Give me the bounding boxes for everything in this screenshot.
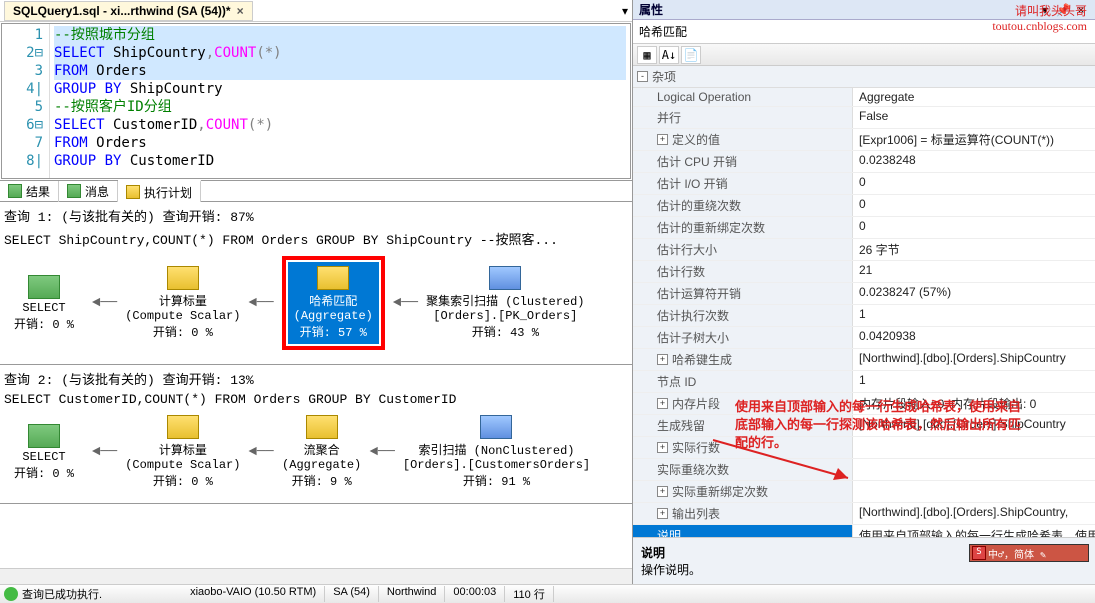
property-row[interactable]: 生成残留[Northwind].[dbo].[Orders].ShipCount… — [633, 415, 1095, 437]
watermark: 请叫我头头哥 toutou.cnblogs.com — [992, 2, 1087, 34]
property-row[interactable]: 估计子树大小0.0420938 — [633, 327, 1095, 349]
expand-icon[interactable]: + — [657, 398, 668, 409]
status-text: 查询已成功执行. — [22, 586, 182, 602]
property-row[interactable]: 节点 ID1 — [633, 371, 1095, 393]
property-row[interactable]: 估计执行次数1 — [633, 305, 1095, 327]
property-row[interactable]: +实际行数 — [633, 437, 1095, 459]
status-segment: 110 行 — [505, 586, 554, 602]
operator-icon — [167, 266, 199, 290]
properties-grid[interactable]: - 杂项 Logical OperationAggregate并行False+定… — [633, 66, 1095, 537]
plan-node[interactable]: SELECT开销: 0 % — [4, 275, 84, 332]
plan-node[interactable]: 计算标量(Compute Scalar)开销: 0 % — [125, 266, 240, 340]
arrow-icon: ◄── — [92, 295, 117, 311]
operator-icon — [317, 266, 349, 290]
status-bar: 查询已成功执行. xiaobo-VAIO (10.50 RTM)SA (54)N… — [0, 584, 1095, 603]
panel-title: 属性 — [639, 1, 663, 18]
property-row[interactable]: +哈希键生成[Northwind].[dbo].[Orders].ShipCou… — [633, 349, 1095, 371]
execution-plan-area[interactable]: 查询 1: (与该批有关的) 查询开销: 87% SELECT ShipCoun… — [0, 202, 632, 568]
property-category[interactable]: - 杂项 — [633, 66, 1095, 88]
expand-icon[interactable]: + — [657, 134, 668, 145]
status-segment: xiaobo-VAIO (10.50 RTM) — [182, 586, 325, 602]
dropdown-icon[interactable]: ▾ — [622, 4, 628, 18]
arrow-icon: ◄── — [248, 295, 273, 311]
collapse-icon[interactable]: - — [637, 71, 648, 82]
expand-icon[interactable]: + — [657, 486, 668, 497]
properties-icon[interactable]: 📄 — [681, 46, 701, 64]
arrow-icon: ◄── — [248, 444, 273, 460]
property-row[interactable]: 估计行大小26 字节 — [633, 239, 1095, 261]
query-header: 查询 1: (与该批有关的) 查询开销: 87% — [4, 204, 628, 227]
property-row[interactable]: 并行False — [633, 107, 1095, 129]
property-row[interactable]: 估计 I/O 开销0 — [633, 173, 1095, 195]
plan-node[interactable]: SELECT开销: 0 % — [4, 424, 84, 481]
operator-icon — [489, 266, 521, 290]
properties-toolbar: ▦ A↓ 📄 — [633, 44, 1095, 66]
plan-node[interactable]: 索引扫描 (NonClustered)[Orders].[CustomersOr… — [403, 415, 590, 489]
plan-row: SELECT开销: 0 % ◄── 计算标量(Compute Scalar)开销: … — [4, 250, 628, 356]
plan-node[interactable]: 聚集索引扫描 (Clustered)[Orders].[PK_Orders]开销… — [426, 266, 584, 340]
operator-icon — [28, 275, 60, 299]
arrow-icon: ◄── — [92, 444, 117, 460]
result-tab[interactable]: 执行计划 — [118, 180, 201, 203]
arrow-icon: ◄── — [393, 295, 418, 311]
property-row[interactable]: 实际重绕次数 — [633, 459, 1095, 481]
document-tab[interactable]: SQLQuery1.sql - xi...rthwind (SA (54))* … — [4, 1, 253, 21]
property-row[interactable]: 估计运算符开销0.0238247 (57%) — [633, 283, 1095, 305]
query-header: 查询 2: (与该批有关的) 查询开销: 13% — [4, 367, 628, 390]
query-block-1: 查询 1: (与该批有关的) 查询开销: 87% SELECT ShipCoun… — [0, 202, 632, 365]
tab-icon — [126, 185, 140, 199]
alphabetical-icon[interactable]: A↓ — [659, 46, 679, 64]
status-segment: Northwind — [379, 586, 446, 602]
arrow-icon: ◄── — [370, 444, 395, 460]
operator-icon — [167, 415, 199, 439]
status-segment: SA (54) — [325, 586, 379, 602]
document-tab-bar: SQLQuery1.sql - xi...rthwind (SA (54))* … — [0, 0, 632, 22]
property-row[interactable]: 估计的重绕次数0 — [633, 195, 1095, 217]
property-row[interactable]: +内存片段内存片段输入: 0, 内存片段输出: 0 — [633, 393, 1095, 415]
document-title: SQLQuery1.sql - xi...rthwind (SA (54))* — [13, 4, 231, 18]
status-segment: 00:00:03 — [445, 586, 505, 602]
plan-node[interactable]: 流聚合(Aggregate)开销: 9 % — [282, 415, 362, 489]
ime-text: 中♂，简体 ✎ — [988, 546, 1046, 561]
query-sql: SELECT ShipCountry,COUNT(*) FROM Orders … — [4, 227, 628, 250]
query-block-2: 查询 2: (与该批有关的) 查询开销: 13% SELECT Customer… — [0, 365, 632, 504]
expand-icon[interactable]: + — [657, 442, 668, 453]
property-row[interactable]: 说明使用来自顶部输入的每一行生成哈希表，使用 — [633, 525, 1095, 537]
expand-icon[interactable]: + — [657, 354, 668, 365]
property-row[interactable]: Logical OperationAggregate — [633, 88, 1095, 107]
tab-icon — [8, 184, 22, 198]
categorized-icon[interactable]: ▦ — [637, 46, 657, 64]
ime-bar[interactable]: S 中♂，简体 ✎ — [969, 544, 1089, 562]
plan-node[interactable]: 计算标量(Compute Scalar)开销: 0 % — [125, 415, 240, 489]
line-gutter: 12⊟34|56⊟78| — [2, 24, 50, 178]
properties-panel: 请叫我头头哥 toutou.cnblogs.com 属性 ▾ 📌 × 哈希匹配 … — [633, 0, 1095, 584]
success-icon — [4, 587, 18, 601]
code-area[interactable]: --按照城市分组SELECT ShipCountry,COUNT(*)FROM … — [50, 24, 630, 178]
operator-icon — [306, 415, 338, 439]
result-tab[interactable]: 结果 — [0, 181, 59, 202]
property-row[interactable]: 估计的重新绑定次数0 — [633, 217, 1095, 239]
horizontal-scrollbar[interactable] — [0, 568, 632, 584]
operator-icon — [28, 424, 60, 448]
close-icon[interactable]: × — [237, 4, 244, 18]
property-row[interactable]: +实际重新绑定次数 — [633, 481, 1095, 503]
expand-icon[interactable]: + — [657, 508, 668, 519]
tab-icon — [67, 184, 81, 198]
operator-icon — [480, 415, 512, 439]
result-tabs: 结果消息执行计划 — [0, 180, 632, 202]
property-row[interactable]: 估计 CPU 开销0.0238248 — [633, 151, 1095, 173]
property-row[interactable]: 估计行数21 — [633, 261, 1095, 283]
query-sql: SELECT CustomerID,COUNT(*) FROM Orders G… — [4, 390, 628, 409]
plan-row: SELECT开销: 0 % ◄── 计算标量(Compute Scalar)开销: … — [4, 409, 628, 495]
plan-node[interactable]: 哈希匹配(Aggregate)开销: 57 % — [288, 262, 379, 344]
sql-editor[interactable]: 12⊟34|56⊟78| --按照城市分组SELECT ShipCountry,… — [1, 23, 631, 179]
sql-editor-panel: SQLQuery1.sql - xi...rthwind (SA (54))* … — [0, 0, 633, 584]
result-tab[interactable]: 消息 — [59, 181, 118, 202]
property-row[interactable]: +输出列表[Northwind].[dbo].[Orders].ShipCoun… — [633, 503, 1095, 525]
desc-value: 操作说明。 — [641, 561, 1087, 578]
ime-icon: S — [972, 546, 986, 560]
property-row[interactable]: +定义的值[Expr1006] = 标量运算符(COUNT(*)) — [633, 129, 1095, 151]
